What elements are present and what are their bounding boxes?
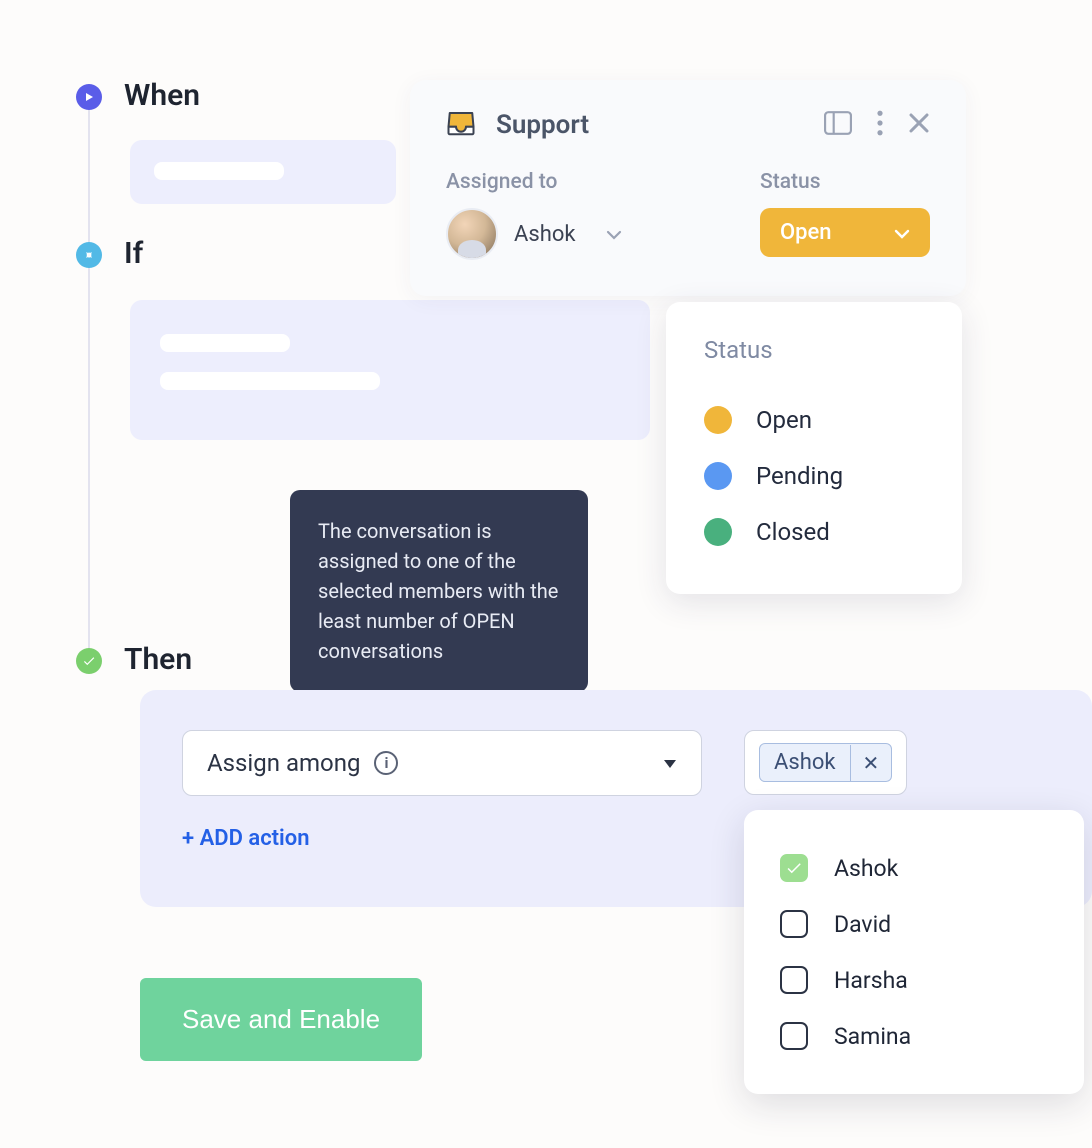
members-input[interactable]: Ashok ✕ [744, 730, 907, 795]
status-option-pending[interactable]: Pending [704, 448, 924, 504]
chevron-down-icon [606, 225, 622, 244]
members-dropdown-menu: Ashok David Harsha Samina [744, 810, 1084, 1094]
panel-layout-icon[interactable] [824, 111, 852, 139]
member-option[interactable]: David [780, 896, 1048, 952]
save-enable-button[interactable]: Save and Enable [140, 978, 422, 1061]
action-type-dropdown[interactable]: Assign among i [182, 730, 702, 796]
member-name: David [834, 911, 891, 938]
status-dropdown-menu: Status Open Pending Closed [666, 302, 962, 594]
member-name: Samina [834, 1023, 911, 1050]
assignee-dropdown[interactable]: Ashok [446, 208, 622, 260]
member-option[interactable]: Samina [780, 1008, 1048, 1064]
placeholder-line [154, 162, 284, 180]
status-dot-icon [704, 406, 732, 434]
checkbox-icon [780, 966, 808, 994]
status-value: Open [780, 220, 832, 245]
caret-down-icon [663, 754, 677, 773]
status-option-label: Closed [756, 518, 830, 546]
inbox-icon [446, 110, 476, 140]
section-then-label: Then [124, 642, 192, 677]
timeline-line [88, 84, 90, 654]
when-placeholder-card [130, 140, 396, 204]
support-panel-header: Support [446, 110, 930, 140]
more-options-icon[interactable] [876, 110, 884, 140]
assign-among-tooltip: The conversation is assigned to one of t… [290, 490, 588, 692]
status-option-open[interactable]: Open [704, 392, 924, 448]
support-panel-title: Support [496, 110, 589, 140]
chip-remove-icon[interactable]: ✕ [850, 745, 892, 781]
status-dot-icon [704, 518, 732, 546]
status-label: Status [760, 170, 930, 194]
action-type-label: Assign among [207, 749, 360, 777]
member-name: Ashok [834, 855, 898, 882]
info-icon[interactable]: i [374, 751, 398, 775]
member-chip-label: Ashok [760, 744, 850, 781]
node-then-icon [76, 648, 102, 674]
checkbox-icon [780, 1022, 808, 1050]
avatar [446, 208, 498, 260]
status-dot-icon [704, 462, 732, 490]
node-when-icon [76, 84, 102, 110]
placeholder-line [160, 334, 290, 352]
close-icon[interactable] [908, 112, 930, 138]
placeholder-line [160, 372, 380, 390]
status-option-closed[interactable]: Closed [704, 504, 924, 560]
node-if-icon [76, 242, 102, 268]
status-dropdown-title: Status [704, 336, 924, 364]
status-dropdown-trigger[interactable]: Open [760, 208, 930, 257]
assignee-name: Ashok [514, 222, 576, 247]
assigned-to-label: Assigned to [446, 170, 622, 194]
member-option[interactable]: Harsha [780, 952, 1048, 1008]
if-placeholder-card [130, 300, 650, 440]
section-when-label: When [124, 78, 200, 113]
support-panel: Support Assigned to Ashok [410, 80, 966, 296]
checkbox-icon [780, 854, 808, 882]
checkbox-icon [780, 910, 808, 938]
section-if-label: If [124, 236, 143, 271]
status-option-label: Pending [756, 462, 843, 490]
chevron-down-icon [894, 220, 910, 245]
member-option[interactable]: Ashok [780, 840, 1048, 896]
member-name: Harsha [834, 967, 908, 994]
status-option-label: Open [756, 406, 812, 434]
member-chip: Ashok ✕ [759, 743, 892, 782]
